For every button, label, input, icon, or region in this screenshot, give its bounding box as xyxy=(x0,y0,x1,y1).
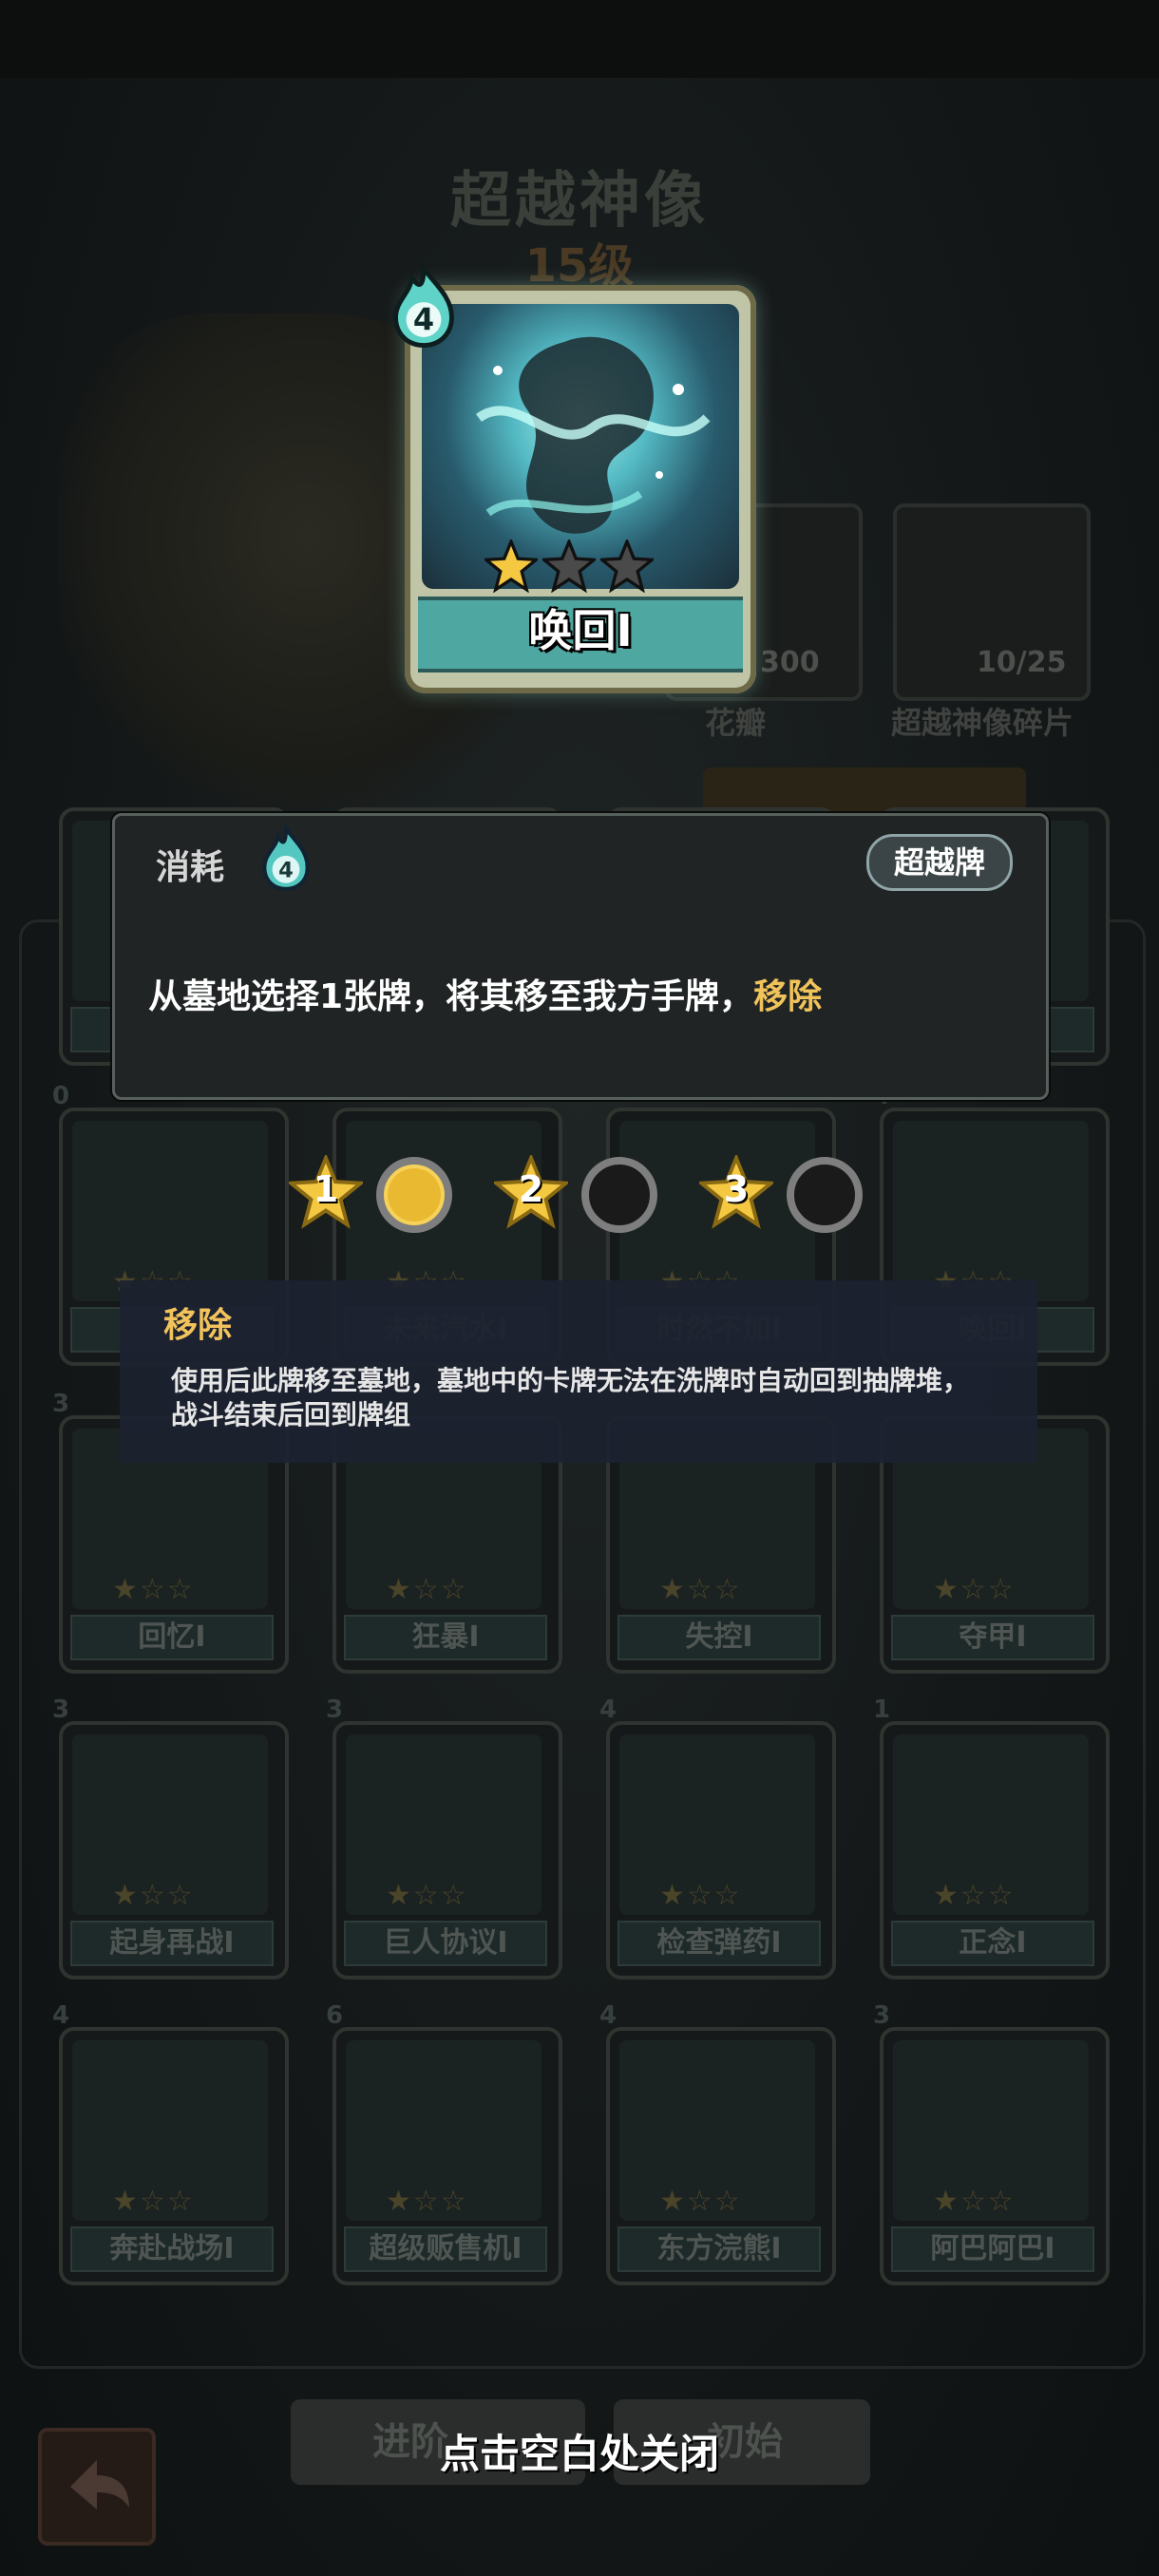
collection-card[interactable]: ★☆☆ 东方浣熊I xyxy=(606,2027,836,2285)
collection-card-cost: 3 xyxy=(872,2001,891,2030)
collection-card-stars: ★☆☆ xyxy=(659,1573,742,1606)
collection-card-stars: ★☆☆ xyxy=(659,2185,742,2218)
collection-card-cost: 3 xyxy=(51,1390,70,1418)
collection-card-cost: 1 xyxy=(872,1695,891,1724)
card-description: 从墓地选择1张牌，将其移至我方手牌，移除 xyxy=(148,969,822,1018)
collection-card-stars: ★☆☆ xyxy=(112,1573,195,1606)
collection-card-stars: ★☆☆ xyxy=(659,1879,742,1912)
tooltip-line-1: 使用后此牌移至墓地，墓地中的卡牌无法在洗牌时自动回到抽牌堆， xyxy=(171,1365,970,1396)
collection-card-cost: 4 xyxy=(51,2001,70,2030)
collection-card-cost: 4 xyxy=(598,1695,618,1724)
collection-card-name: 正念I xyxy=(891,1921,1094,1966)
tooltip-line-2: 战斗结束后回到牌组 xyxy=(171,1399,411,1430)
collection-card-name: 夺甲I xyxy=(891,1615,1094,1660)
star-empty-icon xyxy=(540,537,598,594)
level-2-indicator[interactable] xyxy=(581,1157,657,1233)
featured-card-cost-icon: 4 xyxy=(393,266,454,348)
card-type-tag[interactable]: 超越牌 xyxy=(866,834,1013,891)
page-title: 超越神像 xyxy=(450,166,709,237)
collection-card-cost: 0 xyxy=(51,1082,70,1110)
collection-card[interactable]: ★☆☆ 奔赴战场I xyxy=(59,2027,289,2285)
description-text: 从墓地选择1张牌，将其移至我方手牌， xyxy=(148,977,754,1016)
collection-card-stars: ★☆☆ xyxy=(933,1573,1016,1606)
collection-card-name: 狂暴I xyxy=(344,1615,547,1660)
resource-petal-count: 300 xyxy=(760,646,820,679)
tooltip-body: 使用后此牌移至墓地，墓地中的卡牌无法在洗牌时自动回到抽牌堆， 战斗结束后回到牌组 xyxy=(171,1364,1007,1432)
collection-card[interactable]: ★☆☆ 阿巴阿巴I xyxy=(880,2027,1110,2285)
collection-card-stars: ★☆☆ xyxy=(112,1879,195,1912)
collection-card-stars: ★☆☆ xyxy=(386,1879,468,1912)
collection-card-stars: ★☆☆ xyxy=(933,1879,1016,1912)
collection-card-name: 检查弹药I xyxy=(618,1921,821,1966)
collection-card-name: 起身再战I xyxy=(70,1921,274,1966)
resource-petal-label: 花瓣 xyxy=(705,705,767,741)
star-empty-icon xyxy=(598,537,656,594)
star-filled-icon xyxy=(482,537,541,594)
level-1-indicator[interactable] xyxy=(376,1157,452,1233)
level-3-indicator[interactable] xyxy=(787,1157,863,1233)
collection-card-name: 奔赴战场I xyxy=(70,2226,274,2272)
tooltip-title: 移除 xyxy=(163,1306,233,1345)
collection-card[interactable]: ★☆☆ 巨人协议I xyxy=(332,1721,562,1979)
level-1-number: 1 xyxy=(313,1168,339,1210)
collection-card-name: 失控I xyxy=(618,1615,821,1660)
collection-card-name: 回忆I xyxy=(70,1615,274,1660)
info-cost-value: 4 xyxy=(278,859,294,883)
collection-card-stars: ★☆☆ xyxy=(933,2185,1016,2218)
resource-fragment-count: 10/25 xyxy=(977,646,1067,679)
collection-card-stars: ★☆☆ xyxy=(386,1573,468,1606)
level-2-number: 2 xyxy=(518,1168,544,1210)
collection-card-name: 巨人协议I xyxy=(344,1921,547,1966)
resource-fragment-label: 超越神像碎片 xyxy=(891,705,1074,741)
description-keyword[interactable]: 移除 xyxy=(753,977,822,1016)
featured-card-cost: 4 xyxy=(413,302,434,338)
collection-card[interactable]: ★☆☆ 超级贩售机I xyxy=(332,2027,562,2285)
collection-card-name: 超级贩售机I xyxy=(344,2226,547,2272)
collection-card-cost: 3 xyxy=(51,1695,70,1724)
collection-card-stars: ★☆☆ xyxy=(386,2185,468,2218)
featured-card-name: 唤回I xyxy=(528,605,633,656)
collection-card[interactable]: ★☆☆ 检查弹药I xyxy=(606,1721,836,1979)
energy-cost-icon: 4 xyxy=(262,824,310,891)
collection-card-name: 阿巴阿巴I xyxy=(891,2226,1094,2272)
collection-card[interactable]: ★☆☆ 正念I xyxy=(880,1721,1110,1979)
collection-card[interactable]: ★☆☆ 起身再战I xyxy=(59,1721,289,1979)
collection-card-stars: ★☆☆ xyxy=(112,2185,195,2218)
featured-card-stars xyxy=(482,537,656,597)
level-3-number: 3 xyxy=(723,1168,750,1210)
collection-card-cost: 6 xyxy=(325,2001,344,2030)
collection-card-name: 东方浣熊I xyxy=(618,2226,821,2272)
close-hint[interactable]: 点击空白处关闭 xyxy=(0,2422,1159,2480)
collection-card-cost: 3 xyxy=(325,1695,344,1724)
collection-card-cost: 4 xyxy=(598,2001,618,2030)
consume-label: 消耗 xyxy=(156,848,225,887)
